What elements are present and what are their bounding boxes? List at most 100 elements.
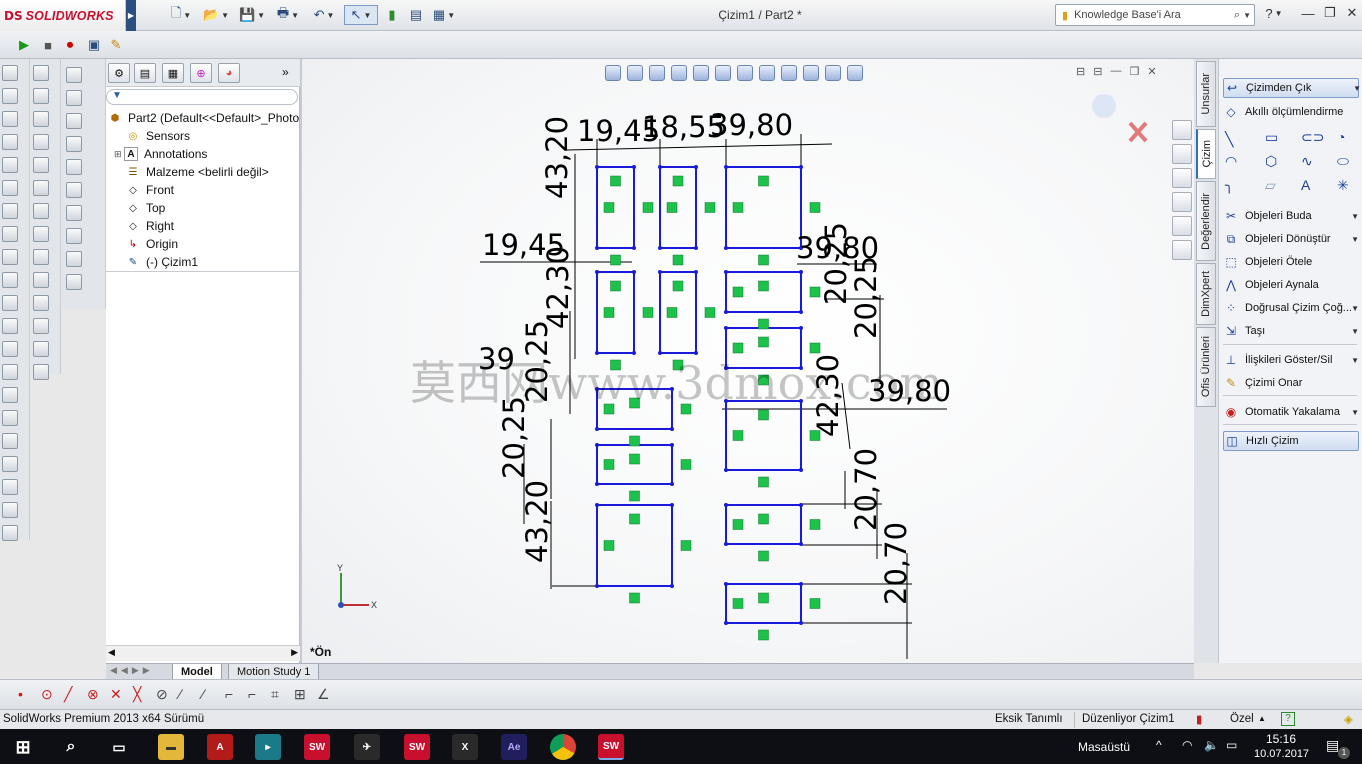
relation-tool-icon[interactable]: ⊞ xyxy=(294,686,306,703)
tool-icon[interactable] xyxy=(2,111,18,127)
tool-icon[interactable] xyxy=(33,249,49,265)
tool-icon[interactable] xyxy=(66,113,82,129)
tool-icon[interactable] xyxy=(66,205,82,221)
display-relations-button[interactable]: ⊥ İlişkileri Göster/Sil ▼ xyxy=(1223,350,1359,370)
file-properties-button[interactable]: ▤ xyxy=(406,5,426,25)
tool-icon[interactable] xyxy=(2,456,18,472)
tool-icon[interactable] xyxy=(2,479,18,495)
slot-tool-icon[interactable]: ⊂⊃ xyxy=(1301,129,1324,146)
dimension-value[interactable]: 42,30 xyxy=(541,246,575,329)
tool-icon[interactable] xyxy=(33,88,49,104)
property-manager-tab[interactable]: ▤ xyxy=(134,63,156,83)
stop-macro-button[interactable]: ■ xyxy=(38,35,58,55)
rebuild-corner-icon[interactable] xyxy=(1092,94,1116,118)
tool-icon[interactable] xyxy=(33,180,49,196)
polygon-tool-icon[interactable]: ⬡ xyxy=(1265,153,1277,170)
3dsmax-taskbar-icon[interactable]: X xyxy=(452,734,478,760)
relation-tool-icon[interactable]: ✕ xyxy=(110,686,122,703)
tool-icon[interactable] xyxy=(33,111,49,127)
expand-panel-icon[interactable]: » xyxy=(282,65,289,79)
select-button[interactable]: ↖ ▼ xyxy=(344,5,378,25)
tool-icon[interactable] xyxy=(66,159,82,175)
relation-tool-icon[interactable]: ╳ xyxy=(133,686,141,703)
windows-start-icon[interactable]: ⊞ xyxy=(10,734,36,760)
search-icon[interactable]: ⌕ xyxy=(1234,9,1240,22)
tree-item-sensors[interactable]: ◎ Sensors xyxy=(126,127,190,145)
tool-icon[interactable] xyxy=(33,364,49,380)
units-dropdown-icon[interactable]: ▲ xyxy=(1258,714,1266,723)
dimxpert-tab[interactable]: ⊕ xyxy=(190,63,212,83)
tree-item-top-plane[interactable]: ◇ Top xyxy=(126,199,165,217)
tab-motion-study[interactable]: Motion Study 1 xyxy=(228,664,320,680)
convert-entities-button[interactable]: ⧉ Objeleri Dönüştür ▼ xyxy=(1223,229,1359,249)
tab-scroll-arrows-icon[interactable]: ◀◀▶▶ xyxy=(110,665,154,676)
line-tool-icon[interactable]: ╲ xyxy=(1225,131,1233,148)
tool-icon[interactable] xyxy=(2,65,18,81)
home-icon[interactable] xyxy=(1172,120,1192,140)
options-button[interactable]: ▦ ▼ xyxy=(428,5,460,25)
tree-root-part[interactable]: ⬢ Part2 (Default<<Default>_Photo xyxy=(108,109,300,127)
rebuild-status-icon[interactable]: ▮ xyxy=(1196,712,1202,726)
relation-tool-icon[interactable]: • xyxy=(18,686,23,702)
feature-tree-tab[interactable]: ⚙ xyxy=(108,63,130,83)
units-status[interactable]: Özel xyxy=(1230,713,1254,725)
tool-icon[interactable] xyxy=(66,182,82,198)
tool-icon[interactable] xyxy=(66,90,82,106)
help-status-icon[interactable]: ? xyxy=(1281,712,1295,726)
language-icon[interactable]: ▭ xyxy=(1226,738,1237,752)
tool-icon[interactable] xyxy=(2,134,18,150)
tool-icon[interactable] xyxy=(33,295,49,311)
tool-icon[interactable] xyxy=(2,249,18,265)
wifi-icon[interactable]: ◠ xyxy=(1182,738,1192,752)
tool-icon[interactable] xyxy=(2,364,18,380)
custom-properties-icon[interactable] xyxy=(1172,240,1192,260)
tool-icon[interactable] xyxy=(66,251,82,267)
relation-tool-icon[interactable]: ⌗ xyxy=(271,686,279,703)
new-document-button[interactable]: 🗋 ▼ xyxy=(165,5,197,25)
task-view-icon[interactable]: ▭ xyxy=(106,734,132,760)
move-entities-button[interactable]: ⇲ Taşı ▼ xyxy=(1223,321,1359,341)
tree-item-material[interactable]: ☰ Malzeme <belirli değil> xyxy=(126,163,269,181)
expand-icon[interactable]: ⊞ xyxy=(114,149,124,160)
knowledge-base-search[interactable]: ▮ Knowledge Base'i Ara ⌕ ▼ xyxy=(1055,4,1255,26)
dimension-value[interactable]: 43,20 xyxy=(540,116,574,199)
repair-sketch-button[interactable]: ✎ Çizimi Onar xyxy=(1223,373,1359,393)
offset-entities-button[interactable]: ⬚ Objeleri Ötele xyxy=(1223,252,1359,272)
relation-tool-icon[interactable]: ∕ xyxy=(202,686,204,702)
solidworks-logo[interactable]: DS SOLIDWORKS xyxy=(0,0,126,31)
tool-icon[interactable] xyxy=(2,433,18,449)
display-manager-tab[interactable]: ◕ xyxy=(218,63,240,83)
menu-expand-arrow[interactable]: ▶ xyxy=(126,0,136,31)
tool-icon[interactable] xyxy=(2,318,18,334)
chrome-taskbar-icon[interactable] xyxy=(550,734,576,760)
dimension-value[interactable]: 20,70 xyxy=(879,522,913,605)
chevron-down-icon[interactable]: ▼ xyxy=(1351,327,1359,336)
tree-item-right-plane[interactable]: ◇ Right xyxy=(126,217,174,235)
tree-item-origin[interactable]: ↳ Origin xyxy=(126,235,178,253)
tool-icon[interactable] xyxy=(33,318,49,334)
volume-icon[interactable]: 🔈 xyxy=(1204,738,1219,752)
file-explorer-icon[interactable] xyxy=(1172,168,1192,188)
fillet-tool-icon[interactable]: ╮ xyxy=(1225,177,1233,194)
tool-icon[interactable] xyxy=(33,341,49,357)
tab-sketch[interactable]: Çizim xyxy=(1196,129,1216,179)
desktop-label[interactable]: Masaüstü xyxy=(1078,740,1130,754)
linear-pattern-button[interactable]: ⁘ Doğrusal Çizim Çoğ... ▼ xyxy=(1223,298,1359,318)
search-dropdown-icon[interactable]: ▼ xyxy=(1243,11,1251,20)
rectangle-tool-icon[interactable]: ▭ xyxy=(1265,129,1278,146)
relation-tool-icon[interactable]: ∠ xyxy=(317,686,330,703)
dimension-value[interactable]: 20,25 xyxy=(849,256,883,339)
dimension-value[interactable]: 43,20 xyxy=(520,480,554,563)
relation-tool-icon[interactable]: ⊙ xyxy=(41,686,53,703)
tab-model[interactable]: Model xyxy=(172,664,222,680)
autocad-taskbar-icon[interactable]: A xyxy=(207,734,233,760)
trim-entities-button[interactable]: ✂ Objeleri Buda ▼ xyxy=(1223,206,1359,226)
tool-icon[interactable] xyxy=(66,67,82,83)
dimension-value[interactable]: 20,70 xyxy=(849,448,883,531)
close-window-button[interactable]: ✕ xyxy=(1340,4,1362,22)
rebuild-button[interactable]: ▮ xyxy=(382,5,402,25)
tool-icon[interactable] xyxy=(2,525,18,541)
tool-icon[interactable] xyxy=(2,88,18,104)
solidworks-active-taskbar-icon[interactable]: SW xyxy=(598,734,624,760)
tree-horizontal-scrollbar[interactable]: ◀ ▶ xyxy=(106,645,300,661)
